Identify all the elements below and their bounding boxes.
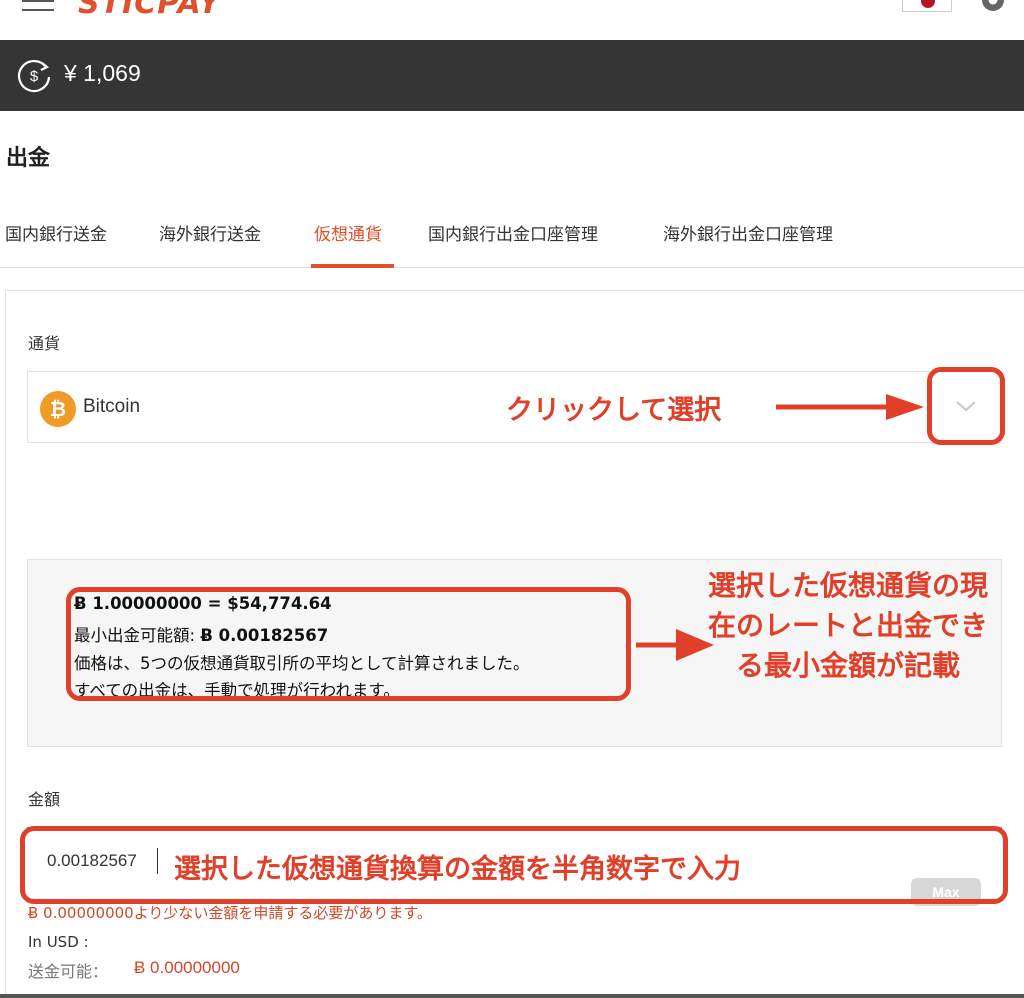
- svg-text:₿: ₿: [50, 397, 66, 421]
- tab-bar: 国内銀行送金 海外銀行送金 仮想通貨 国内銀行出金口座管理 海外銀行出金口座管理: [0, 200, 1024, 268]
- available-value: Ƀ 0.00000000: [134, 958, 240, 977]
- annotation-arrow-right-icon: [636, 629, 714, 661]
- jp-flag-icon: [921, 0, 935, 8]
- annotation-select-hint: クリックして選択: [506, 395, 722, 426]
- language-flag-button[interactable]: [902, 0, 952, 12]
- amount-error-message: Ƀ 0.00000000より少ない金額を申請する必要があります。: [28, 904, 432, 922]
- top-bar: STICPAY: [0, 0, 1024, 40]
- tab-domestic-bank-transfer[interactable]: 国内銀行送金: [5, 220, 107, 245]
- tab-overseas-account-management[interactable]: 海外銀行出金口座管理: [663, 220, 833, 245]
- amount-label: 金額: [28, 790, 61, 809]
- tab-domestic-account-management[interactable]: 国内銀行出金口座管理: [428, 220, 598, 245]
- annotation-amount-hint: 選択した仮想通貨換算の金額を半角数字で入力: [174, 854, 741, 885]
- annotation-box-dropdown: [927, 367, 1005, 445]
- tab-overseas-bank-transfer[interactable]: 海外銀行送金: [159, 220, 261, 245]
- bitcoin-icon: ₿: [40, 391, 76, 427]
- balance-amount: ¥ 1,069: [64, 60, 141, 86]
- logo[interactable]: STICPAY: [78, 0, 221, 21]
- balance-bar: $ ¥ 1,069: [0, 40, 1024, 111]
- page-title: 出金: [6, 146, 51, 171]
- hamburger-icon[interactable]: [22, 0, 54, 12]
- annotation-arrow-right-icon: [776, 394, 924, 420]
- annotation-box-rate-info: [66, 587, 631, 701]
- currency-selected-value: Bitcoin: [83, 396, 141, 417]
- annotation-rate-hint: 選択した仮想通貨の現在のレートと出金できる最小金額が記載: [708, 569, 989, 682]
- currency-label: 通貨: [28, 334, 61, 353]
- dollar-exchange-icon[interactable]: $: [16, 57, 52, 93]
- available-label: 送金可能：: [28, 962, 109, 981]
- tab-crypto[interactable]: 仮想通貨: [314, 220, 382, 245]
- active-tab-indicator: [311, 264, 394, 268]
- bottom-divider: [0, 994, 1024, 998]
- gear-icon[interactable]: [978, 0, 1008, 14]
- svg-text:$: $: [30, 68, 39, 85]
- usd-conversion-label: In USD :: [28, 933, 89, 951]
